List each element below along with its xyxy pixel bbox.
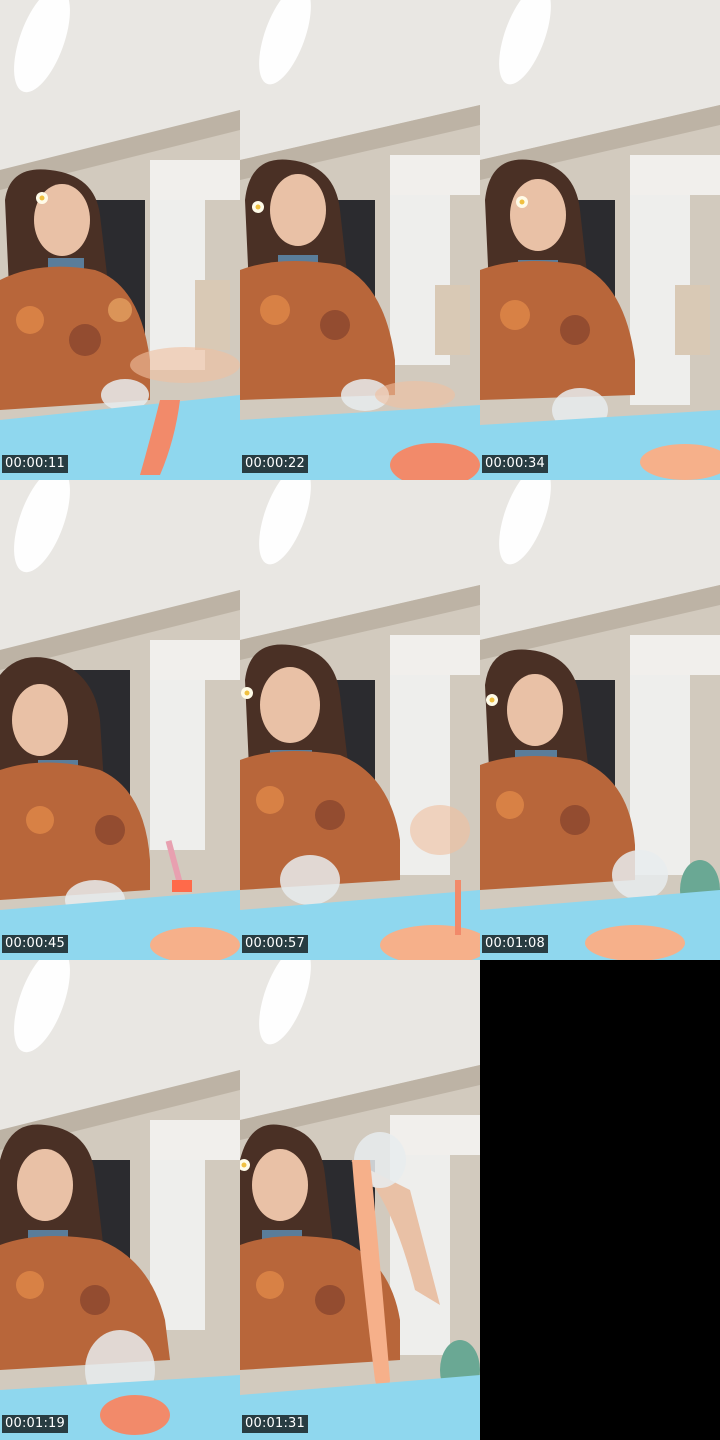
frame-timestamp: 00:00:45 <box>2 935 68 953</box>
frame-timestamp: 00:01:31 <box>242 1415 308 1433</box>
frame-scene <box>240 960 480 1440</box>
frame-scene <box>240 0 480 480</box>
frame-scene <box>0 480 240 960</box>
frame-scene <box>480 0 720 480</box>
frame-timestamp: 00:01:08 <box>482 935 548 953</box>
frame-scene <box>240 480 480 960</box>
video-frame: 00:01:08 <box>480 480 720 960</box>
frame-timestamp: 00:00:22 <box>242 455 308 473</box>
frame-timestamp: 00:00:34 <box>482 455 548 473</box>
video-frame: 00:01:19 <box>0 960 240 1440</box>
video-frame: 00:01:31 <box>240 960 480 1440</box>
frame-timestamp: 00:00:57 <box>242 935 308 953</box>
frame-scene <box>0 0 240 480</box>
empty-cell <box>480 960 720 1440</box>
frame-timestamp: 00:00:11 <box>2 455 68 473</box>
frame-scene <box>0 960 240 1440</box>
video-frame: 00:00:34 <box>480 0 720 480</box>
frame-timestamp: 00:01:19 <box>2 1415 68 1433</box>
video-frame: 00:00:45 <box>0 480 240 960</box>
video-frame: 00:00:57 <box>240 480 480 960</box>
frame-scene <box>480 480 720 960</box>
video-frame: 00:00:11 <box>0 0 240 480</box>
video-thumbnail-grid: 00:00:11 00:00:22 00:00:34 00:00:45 00:0… <box>0 0 720 1440</box>
video-frame: 00:00:22 <box>240 0 480 480</box>
